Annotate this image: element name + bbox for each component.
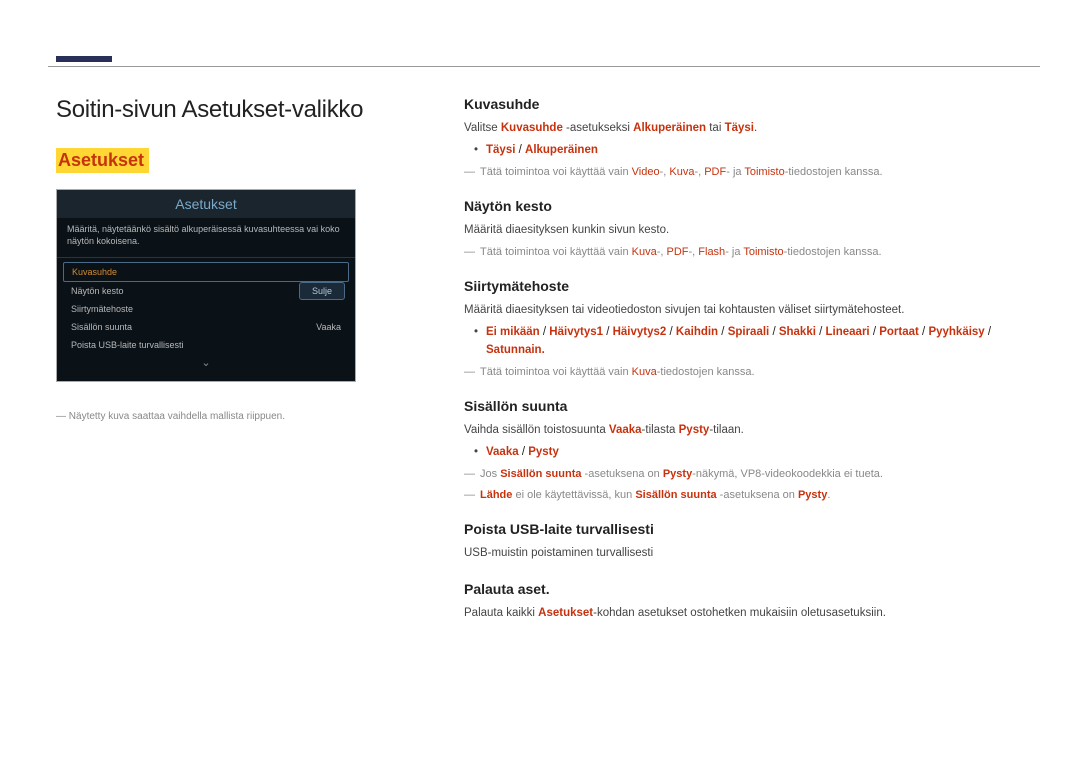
shot-title: Asetukset bbox=[57, 190, 355, 218]
shot-close-button: Sulje bbox=[299, 282, 345, 300]
kw: Kuvasuhde bbox=[501, 122, 563, 134]
bullet-siirtyma-opts: Ei mikään / Häivytys1 / Häivytys2 / Kaih… bbox=[464, 324, 1040, 360]
kw: Pysty bbox=[528, 446, 559, 458]
text: -asetukseksi bbox=[563, 122, 633, 134]
kw: Video bbox=[632, 166, 660, 178]
kw: Sisällön suunta bbox=[635, 489, 716, 501]
note-naytonkesto: Tätä toimintoa voi käyttää vain Kuva-, P… bbox=[464, 244, 1040, 261]
kw: PDF bbox=[704, 166, 726, 178]
kw: Sisällön suunta bbox=[500, 468, 581, 480]
kw: Pysty bbox=[798, 489, 827, 501]
text: -tiedostojen kanssa. bbox=[784, 246, 882, 258]
text: -tiedostojen kanssa. bbox=[785, 166, 883, 178]
kw: Vaaka bbox=[486, 446, 519, 458]
right-column: Kuvasuhde Valitse Kuvasuhde -asetukseksi… bbox=[464, 96, 1040, 627]
page-content: Soitin-sivun Asetukset-valikko Asetukset… bbox=[56, 96, 1040, 627]
para-kuvasuhde: Valitse Kuvasuhde -asetukseksi Alkuperäi… bbox=[464, 120, 1040, 138]
kw: Alkuperäinen bbox=[525, 144, 598, 156]
text: Tätä toimintoa voi käyttää vain bbox=[480, 246, 632, 258]
kw: PDF bbox=[667, 246, 689, 258]
shot-item-value: Vaaka bbox=[316, 322, 341, 332]
text: . bbox=[827, 489, 830, 501]
shot-item-label: Poista USB-laite turvallisesti bbox=[71, 340, 184, 350]
kw: Pysty bbox=[663, 468, 692, 480]
para-naytonkesto: Määritä diaesityksen kunkin sivun kesto. bbox=[464, 222, 1040, 240]
bullet-sisallon-opts: Vaaka / Pysty bbox=[464, 444, 1040, 462]
heading-sisallon: Sisällön suunta bbox=[464, 398, 1040, 414]
text: -tilaan. bbox=[709, 424, 744, 436]
section-title: Asetukset bbox=[56, 148, 149, 173]
kw: Vaaka bbox=[609, 424, 642, 436]
text: -tiedostojen kanssa. bbox=[657, 366, 755, 378]
kw: Kuva bbox=[632, 246, 657, 258]
note-kuvasuhde: Tätä toimintoa voi käyttää vain Video-, … bbox=[464, 164, 1040, 181]
text: Vaihda sisällön toistosuunta bbox=[464, 424, 609, 436]
text: . bbox=[754, 122, 757, 134]
text: Tätä toimintoa voi käyttää vain bbox=[480, 166, 632, 178]
kw: Pysty bbox=[679, 424, 710, 436]
kw: Flash bbox=[698, 246, 725, 258]
heading-siirtyma: Siirtymätehoste bbox=[464, 278, 1040, 294]
shot-item-label: Näytön kesto bbox=[71, 286, 124, 296]
shot-item-poistausb: Poista USB-laite turvallisesti bbox=[57, 336, 355, 354]
heading-poistausb: Poista USB-laite turvallisesti bbox=[464, 521, 1040, 537]
kw: Asetukset bbox=[538, 607, 593, 619]
shot-menu-list: Kuvasuhde Näytön kesto Sulje Siirtymäteh… bbox=[57, 258, 355, 381]
heading-palauta: Palauta aset. bbox=[464, 581, 1040, 597]
text: Palauta kaikki bbox=[464, 607, 538, 619]
kw: Lähde bbox=[480, 489, 512, 501]
settings-screenshot: Asetukset Määritä, näytetäänkö sisältö a… bbox=[56, 189, 356, 382]
para-palauta: Palauta kaikki Asetukset-kohdan asetukse… bbox=[464, 605, 1040, 623]
shot-item-label: Siirtymätehoste bbox=[71, 304, 133, 314]
kw: Kuva bbox=[632, 366, 657, 378]
text: Valitse bbox=[464, 122, 501, 134]
bullet-kuvasuhde-opts: Täysi / Alkuperäinen bbox=[464, 142, 1040, 160]
text: tai bbox=[706, 122, 725, 134]
kw: Toimisto bbox=[743, 246, 783, 258]
header-accent bbox=[56, 56, 112, 62]
screenshot-caption: Näytetty kuva saattaa vaihdella mallista… bbox=[56, 410, 416, 423]
shot-description: Määritä, näytetäänkö sisältö alkuperäise… bbox=[57, 218, 355, 258]
text: -tilasta bbox=[642, 424, 679, 436]
text: -asetuksena on bbox=[581, 468, 662, 480]
text: -näkymä, VP8-videokoodekkia ei tueta. bbox=[692, 468, 883, 480]
kw: Alkuperäinen bbox=[633, 122, 706, 134]
shot-item-sisallon: Sisällön suunta Vaaka bbox=[57, 318, 355, 336]
kw: Täysi bbox=[725, 122, 754, 134]
kw: Kuva bbox=[669, 166, 694, 178]
heading-kuvasuhde: Kuvasuhde bbox=[464, 96, 1040, 112]
para-siirtyma: Määritä diaesityksen tai videotiedoston … bbox=[464, 302, 1040, 320]
kw: Toimisto bbox=[744, 166, 784, 178]
text: -asetuksena on bbox=[717, 489, 798, 501]
note-sisallon-2: Lähde ei ole käytettävissä, kun Sisällön… bbox=[464, 487, 1040, 504]
chevron-down-icon: ⌄ bbox=[57, 354, 355, 373]
shot-item-siirtyma: Siirtymätehoste bbox=[57, 300, 355, 318]
text: Tätä toimintoa voi käyttää vain bbox=[480, 366, 632, 378]
page-title: Soitin-sivun Asetukset-valikko bbox=[56, 96, 416, 124]
text: ei ole käytettävissä, kun bbox=[512, 489, 635, 501]
para-sisallon: Vaihda sisällön toistosuunta Vaaka-tilas… bbox=[464, 422, 1040, 440]
kw: Täysi bbox=[486, 144, 515, 156]
text: -kohdan asetukset ostohetken mukaisiin o… bbox=[593, 607, 886, 619]
shot-item-label: Kuvasuhde bbox=[72, 267, 117, 277]
text: Jos bbox=[480, 468, 500, 480]
note-siirtyma: Tätä toimintoa voi käyttää vain Kuva-tie… bbox=[464, 364, 1040, 381]
header-rule bbox=[48, 66, 1040, 67]
shot-item-kuvasuhde: Kuvasuhde bbox=[63, 262, 349, 282]
left-column: Soitin-sivun Asetukset-valikko Asetukset… bbox=[56, 96, 416, 627]
shot-item-label: Sisällön suunta bbox=[71, 322, 132, 332]
para-poistausb: USB-muistin poistaminen turvallisesti bbox=[464, 545, 1040, 563]
heading-naytonkesto: Näytön kesto bbox=[464, 198, 1040, 214]
note-sisallon-1: Jos Sisällön suunta -asetuksena on Pysty… bbox=[464, 466, 1040, 483]
